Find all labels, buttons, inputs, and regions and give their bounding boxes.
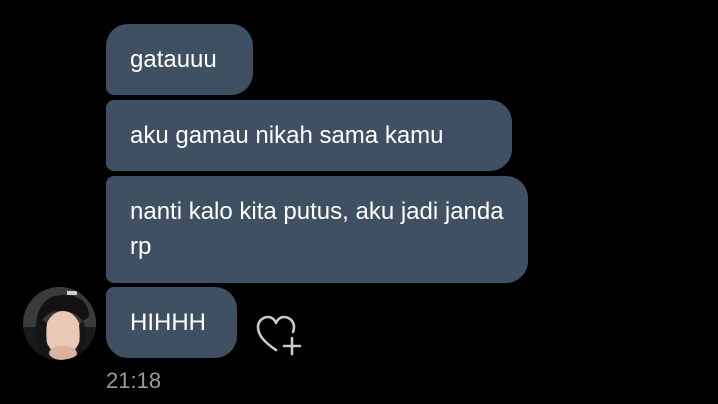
message-bubble[interactable]: HIHHH: [106, 287, 237, 358]
heart-plus-icon: [256, 315, 302, 356]
message-text: aku gamau nikah sama kamu: [130, 122, 444, 149]
avatar[interactable]: [23, 287, 96, 360]
message-text: nanti kalo kita putus, aku jadi janda rp: [130, 198, 504, 260]
message-bubble[interactable]: gatauuu: [106, 24, 253, 95]
message-text: HIHHH: [130, 309, 206, 336]
profile-avatar-icon: [23, 287, 96, 360]
message-timestamp: 21:18: [106, 368, 162, 393]
add-reaction-button[interactable]: [256, 314, 302, 356]
message-bubble[interactable]: aku gamau nikah sama kamu: [106, 100, 512, 171]
message-bubble[interactable]: nanti kalo kita putus, aku jadi janda rp: [106, 176, 528, 283]
message-text: gatauuu: [130, 46, 217, 73]
